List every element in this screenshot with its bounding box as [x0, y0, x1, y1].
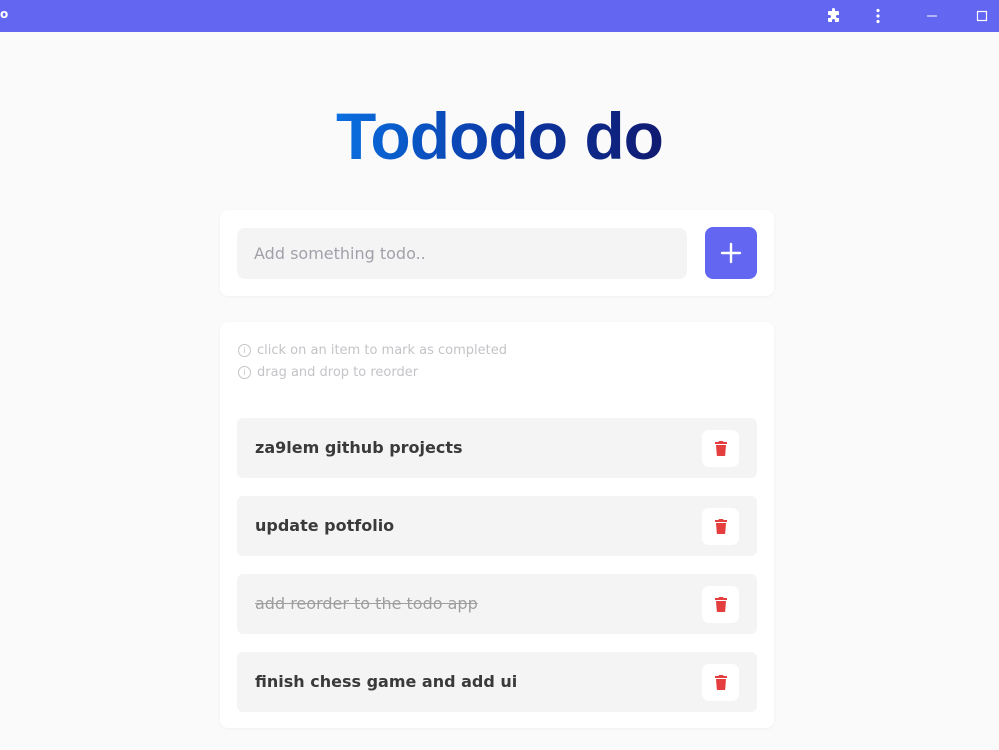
- todo-input[interactable]: [237, 228, 687, 279]
- add-todo-button[interactable]: [705, 227, 757, 279]
- trash-icon: [714, 519, 727, 534]
- todo-text: finish chess game and add ui: [255, 672, 518, 691]
- todo-text: za9lem github projects: [255, 438, 463, 457]
- info-icon: i: [238, 366, 251, 379]
- kebab-menu-icon[interactable]: [866, 0, 890, 32]
- hint-drag-reorder: i drag and drop to reorder: [238, 365, 418, 380]
- delete-todo-button[interactable]: [702, 664, 739, 701]
- trash-icon: [714, 441, 727, 456]
- todo-text: update potfolio: [255, 516, 395, 535]
- trash-icon: [714, 675, 727, 690]
- window-title: o: [0, 7, 9, 21]
- todo-item-completed[interactable]: add reorder to the todo app: [237, 574, 757, 634]
- app-logo: Tododo do: [0, 96, 999, 176]
- todo-item[interactable]: za9lem github projects: [237, 418, 757, 478]
- maximize-icon[interactable]: [970, 0, 994, 32]
- app-logo-text: Tododo do: [336, 99, 664, 173]
- info-icon: i: [238, 344, 251, 357]
- hint-text: click on an item to mark as completed: [257, 343, 508, 358]
- puzzle-icon[interactable]: [822, 0, 846, 32]
- window-titlebar: o: [0, 0, 999, 32]
- delete-todo-button[interactable]: [702, 586, 739, 623]
- todo-item[interactable]: finish chess game and add ui: [237, 652, 757, 712]
- trash-icon: [714, 597, 727, 612]
- minimize-icon[interactable]: [920, 0, 944, 32]
- todo-list-card: i click on an item to mark as completed …: [220, 322, 774, 728]
- todo-item[interactable]: update potfolio: [237, 496, 757, 556]
- delete-todo-button[interactable]: [702, 508, 739, 545]
- todo-text: add reorder to the todo app: [255, 594, 478, 613]
- hint-text: drag and drop to reorder: [257, 365, 419, 380]
- hint-click-complete: i click on an item to mark as completed: [238, 343, 507, 358]
- delete-todo-button[interactable]: [702, 430, 739, 467]
- add-todo-card: [220, 210, 774, 296]
- plus-icon: [720, 242, 742, 264]
